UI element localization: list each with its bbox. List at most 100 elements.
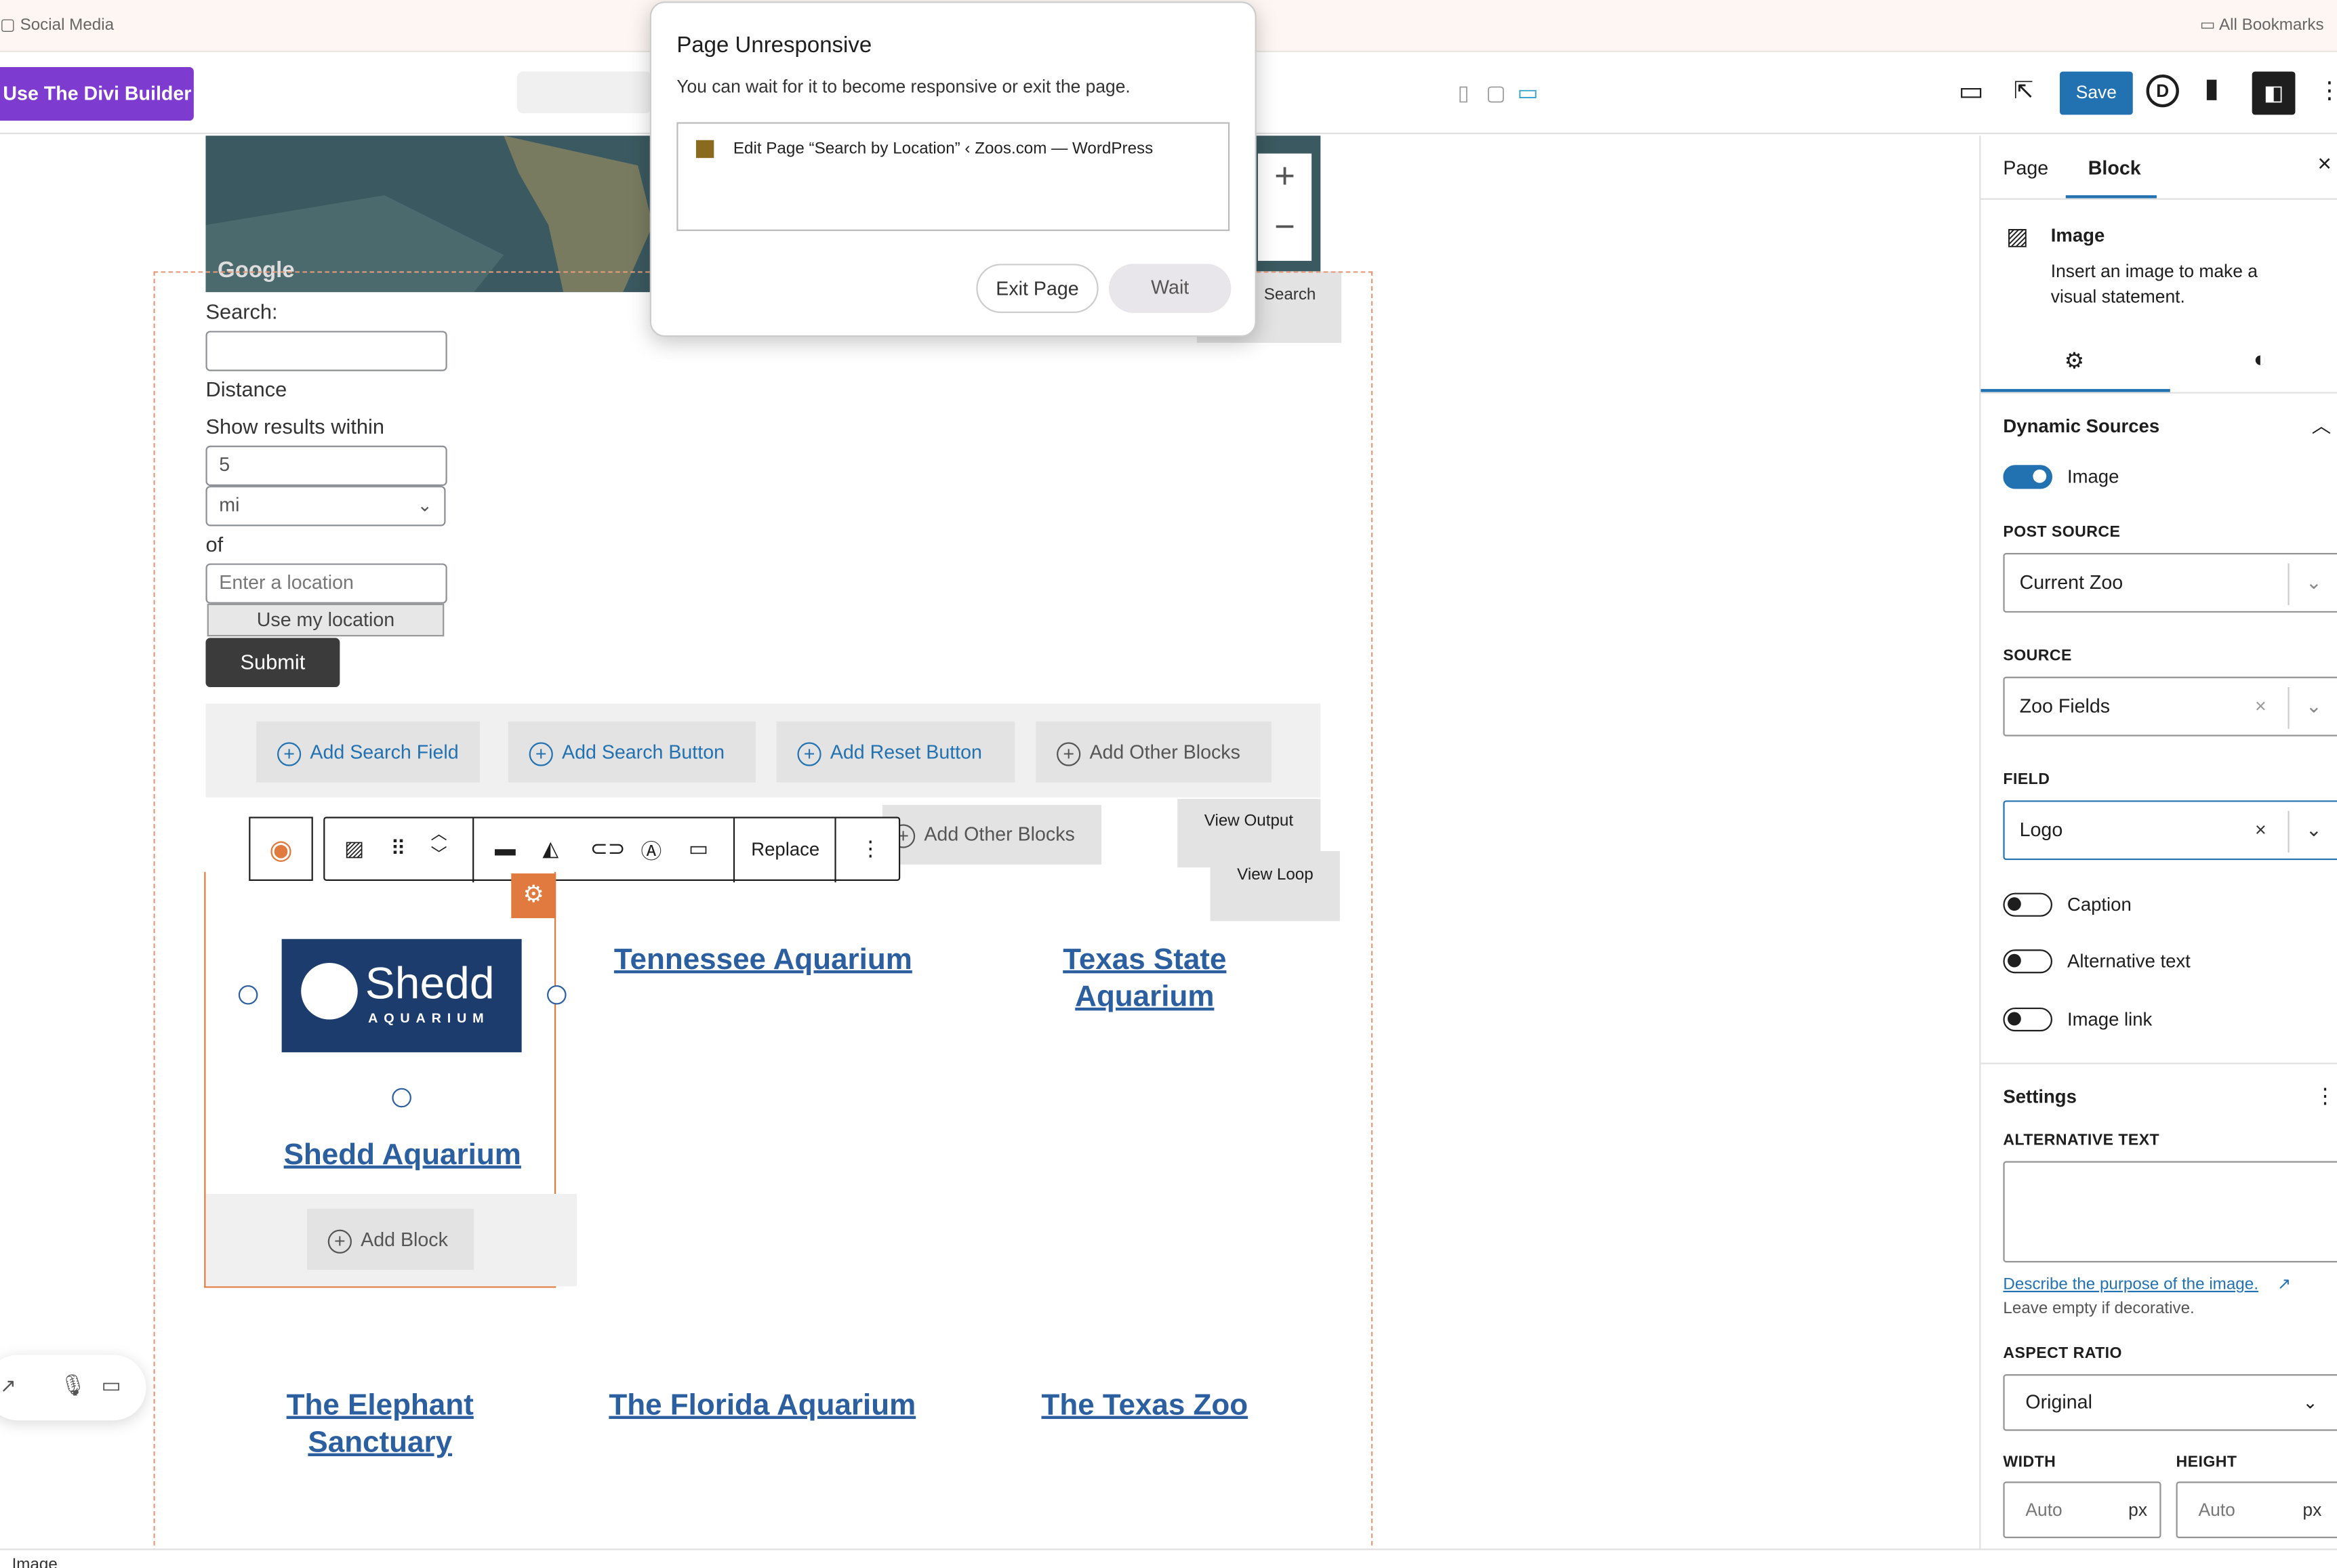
link-icon[interactable]: ⊂⊃ xyxy=(590,836,626,861)
add-search-button-button[interactable]: + Add Search Button xyxy=(508,721,756,783)
divi-builder-button[interactable]: Use The Divi Builder xyxy=(0,66,194,121)
result-texas-zoo[interactable]: The Texas Zoo xyxy=(1025,1388,1264,1425)
settings-options-icon[interactable]: ⋮ xyxy=(2315,1084,2336,1109)
settings-title: Settings xyxy=(2003,1086,2077,1108)
breadcrumb-item[interactable]: Image xyxy=(12,1556,58,1568)
settings-sidebar-icon[interactable]: ◧ xyxy=(2252,71,2296,115)
all-bookmarks[interactable]: ▭ All Bookmarks xyxy=(2199,15,2324,35)
result-elephant-sanctuary[interactable]: The Elephant Sanctuary xyxy=(261,1388,500,1462)
wait-button[interactable]: Wait xyxy=(1109,264,1232,313)
chevron-down-icon: ⌄ xyxy=(2305,818,2322,841)
add-other-blocks-button-2[interactable]: + Add Other Blocks xyxy=(882,804,1102,865)
source-value: Zoo Fields xyxy=(2019,695,2111,718)
text-overlay-icon[interactable]: Ⓐ xyxy=(641,836,662,866)
dynamic-sources-title[interactable]: Dynamic Sources xyxy=(2003,416,2159,437)
drag-handle-icon[interactable]: ⠿ xyxy=(390,836,406,861)
zoom-in-icon[interactable]: + xyxy=(1258,157,1312,199)
add-reset-button-button[interactable]: + Add Reset Button xyxy=(776,721,1015,783)
zoom-out-icon[interactable]: − xyxy=(1258,207,1312,249)
shedd-logo-image[interactable]: Shedd AQUARIUM xyxy=(281,938,522,1052)
add-block-area: + Add Block xyxy=(205,1193,577,1287)
post-source-select[interactable]: Current Zoo ⌄ xyxy=(2003,553,2337,613)
add-block-label: Add Block xyxy=(361,1228,448,1251)
all-bookmarks-label: All Bookmarks xyxy=(2218,16,2324,35)
use-my-location-button[interactable]: Use my location xyxy=(207,603,445,637)
result-tennessee-aquarium[interactable]: Tennessee Aquarium xyxy=(584,942,942,979)
add-search-field-button[interactable]: + Add Search Field xyxy=(256,721,481,783)
chevron-down-icon: ⌄ xyxy=(2302,1392,2318,1414)
save-button[interactable]: Save xyxy=(2059,71,2133,115)
styles-contrast-icon[interactable]: ◐ xyxy=(2254,348,2267,373)
submit-button[interactable]: Submit xyxy=(205,638,340,688)
caption-icon[interactable]: ▭ xyxy=(689,836,708,861)
image-link-toggle[interactable] xyxy=(2003,1007,2052,1032)
exit-page-button[interactable]: Exit Page xyxy=(976,264,1099,313)
divi-d-icon[interactable]: D xyxy=(2146,74,2179,108)
alt-text-textarea[interactable] xyxy=(2003,1161,2337,1263)
caption-toggle[interactable] xyxy=(2003,892,2052,917)
more-options-icon[interactable]: ⋮ xyxy=(860,836,881,861)
plus-circle-icon: + xyxy=(277,741,302,766)
search-blocks-bar: + Add Search Field + Add Search Button + Ad… xyxy=(205,703,1321,798)
resize-handle-bottom[interactable] xyxy=(392,1088,411,1108)
share-icon[interactable]: ↗ xyxy=(0,1374,16,1398)
command-bar[interactable] xyxy=(517,71,651,114)
search-input[interactable] xyxy=(205,331,447,371)
chevron-up-icon[interactable]: ︿ xyxy=(2312,410,2332,438)
location-input[interactable]: Enter a location xyxy=(205,563,447,604)
camera-icon[interactable]: ▭ xyxy=(102,1373,121,1398)
alt-text-help-link[interactable]: Describe the purpose of the image. xyxy=(2003,1276,2258,1294)
unresponsive-page-list: Edit Page “Search by Location” ‹ Zoos.co… xyxy=(676,122,1230,231)
settings-gear-icon[interactable]: ⚙ xyxy=(2065,348,2085,374)
image-link-toggle-label: Image link xyxy=(2067,1009,2153,1030)
add-other-blocks-button[interactable]: + Add Other Blocks xyxy=(1036,721,1272,783)
alt-text-label: ALTERNATIVE TEXT xyxy=(2003,1131,2160,1149)
resize-handle-right[interactable] xyxy=(547,985,567,1005)
plugin-icon[interactable]: ▮ xyxy=(2204,73,2219,104)
divider xyxy=(1980,198,2337,200)
map-zoom-controls: + − xyxy=(1257,153,1312,261)
dialog-message: You can wait for it to become responsive… xyxy=(676,76,1131,97)
clear-icon[interactable]: × xyxy=(2255,678,2267,735)
add-block-button[interactable]: + Add Block xyxy=(306,1208,474,1271)
height-input[interactable]: Auto px xyxy=(2176,1481,2337,1539)
clear-icon[interactable]: × xyxy=(2255,802,2267,859)
toolbar-divider xyxy=(834,818,836,883)
view-page-icon[interactable]: ⇱ xyxy=(2014,76,2033,106)
width-input[interactable]: Auto px xyxy=(2003,1481,2161,1539)
source-label: SOURCE xyxy=(2003,646,2072,665)
close-icon[interactable]: × xyxy=(2317,152,2332,179)
tablet-preview-icon[interactable]: ▢ xyxy=(1486,81,1505,106)
distance-input[interactable]: 5 xyxy=(205,445,447,487)
unit-select[interactable]: mi ⌄ xyxy=(205,486,446,527)
resize-handle-left[interactable] xyxy=(238,985,258,1005)
aspect-ratio-select[interactable]: Original ⌄ xyxy=(2003,1374,2337,1431)
divider xyxy=(1980,1062,2337,1065)
image-block-icon[interactable]: ▨ xyxy=(344,836,364,861)
tab-block[interactable]: Block xyxy=(2088,157,2141,179)
image-dynamic-toggle[interactable] xyxy=(2003,465,2052,489)
height-placeholder: Auto xyxy=(2198,1499,2235,1521)
alternative-text-toggle[interactable] xyxy=(2003,949,2052,974)
options-menu-icon[interactable]: ⋮ xyxy=(2317,76,2337,106)
plus-circle-icon: + xyxy=(529,741,553,766)
duotone-icon[interactable]: ◭ xyxy=(542,836,558,861)
microphone-icon[interactable]: 🎙 xyxy=(60,1373,86,1398)
replace-button[interactable]: Replace xyxy=(751,839,819,860)
tab-page[interactable]: Page xyxy=(2003,157,2048,179)
mobile-preview-icon[interactable]: ▯ xyxy=(1458,81,1469,106)
move-up-down-icon[interactable]: ︿ ﹀ xyxy=(431,824,447,866)
folder-icon: ▭ xyxy=(2199,16,2216,35)
result-texas-state-aquarium[interactable]: Texas State Aquarium xyxy=(1025,942,1264,1016)
bookmark-social-media[interactable]: ▢ Social Media xyxy=(0,15,114,34)
image-toggle-label: Image xyxy=(2067,466,2119,488)
desktop-preview-icon[interactable]: ▭ xyxy=(1518,79,1539,106)
result-florida-aquarium[interactable]: The Florida Aquarium xyxy=(582,1388,943,1425)
device-preview-icon[interactable]: ▭ xyxy=(1958,76,1983,107)
result-shedd-aquarium[interactable]: Shedd Aquarium xyxy=(239,1137,567,1174)
align-icon[interactable]: ▬ xyxy=(495,836,516,860)
field-select[interactable]: Logo × ⌄ xyxy=(2003,800,2337,861)
view-loop-button[interactable]: View Loop xyxy=(1210,850,1340,922)
shedd-logo-sub: AQUARIUM xyxy=(368,1010,490,1026)
source-select[interactable]: Zoo Fields × ⌄ xyxy=(2003,676,2337,737)
